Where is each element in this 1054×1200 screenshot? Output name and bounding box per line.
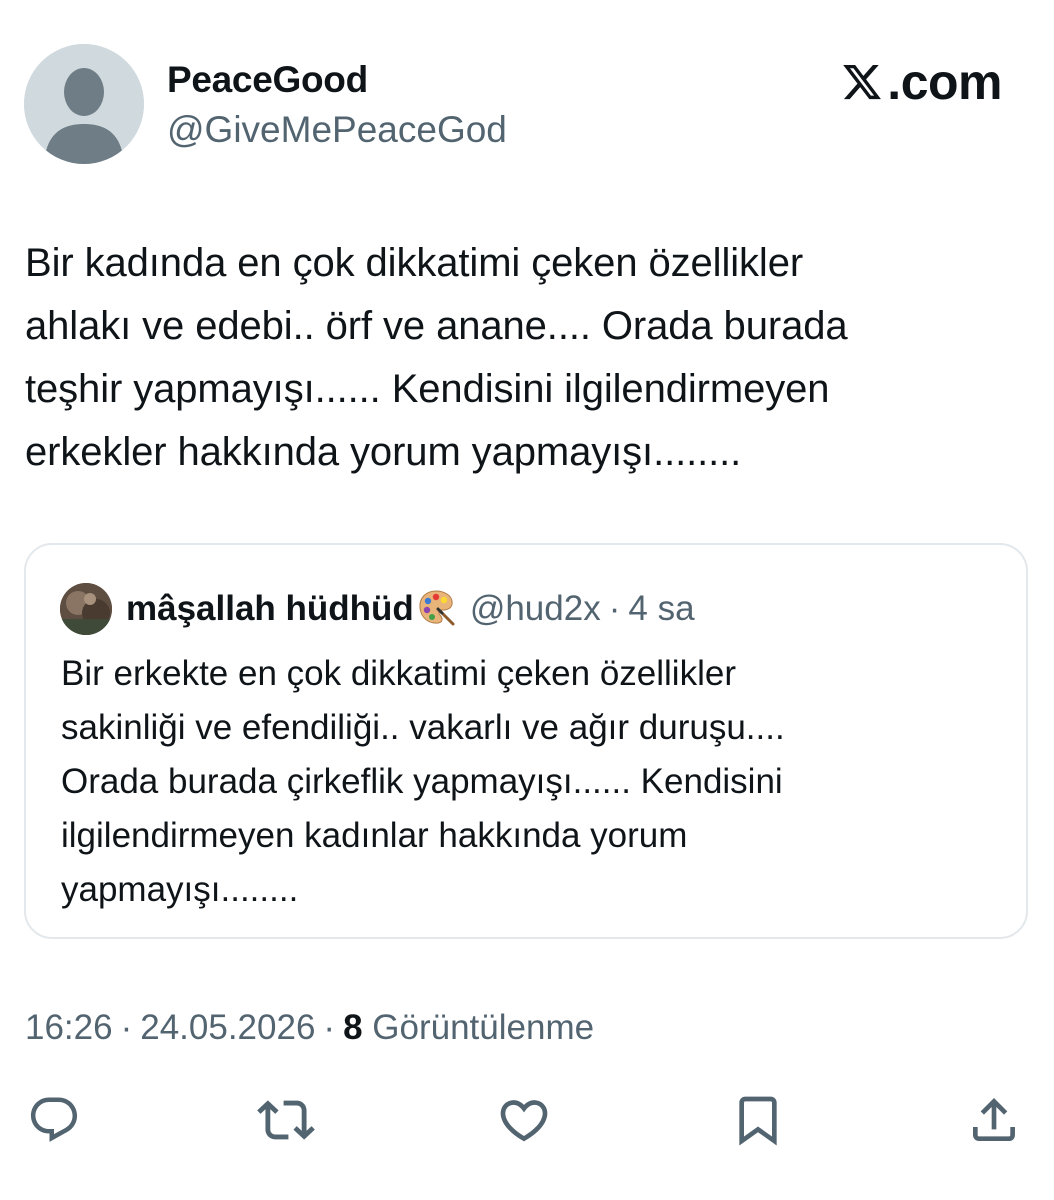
- quoted-author-handle[interactable]: @hud2x: [470, 589, 601, 629]
- views-label: Görüntülenme: [372, 1008, 595, 1047]
- default-avatar-icon: [24, 44, 144, 164]
- like-button[interactable]: [494, 1090, 554, 1150]
- tweet-text: Bir kadında en çok dikkatimi çeken özell…: [25, 241, 848, 474]
- meta-separator: ·: [120, 1008, 133, 1047]
- retweet-icon: [257, 1100, 315, 1140]
- meta-separator: ·: [323, 1008, 336, 1047]
- bookmark-button[interactable]: [728, 1090, 788, 1150]
- quoted-separator: ·: [608, 589, 621, 628]
- tweet-date[interactable]: 24.05.2026: [140, 1008, 315, 1047]
- brand-logo: .com: [841, 54, 1002, 110]
- tweet-meta: 16:26 · 24.05.2026 · 8 Görüntülenme: [25, 1004, 594, 1052]
- x-logo-icon: [843, 64, 882, 100]
- author-display-name[interactable]: PeaceGood: [167, 58, 368, 102]
- quoted-tweet-card[interactable]: mâşallah hüdhüd @hud2x · 4 sa Bir erkekt…: [24, 543, 1028, 939]
- quoted-timestamp[interactable]: 4 sa: [628, 589, 694, 629]
- quoted-avatar-photo: [60, 583, 112, 635]
- author-handle[interactable]: @GiveMePeaceGod: [167, 108, 507, 152]
- like-icon: [500, 1100, 548, 1142]
- quoted-tweet-header: mâşallah hüdhüd @hud2x · 4 sa: [126, 585, 695, 633]
- share-icon: [973, 1098, 1015, 1141]
- reply-icon: [30, 1097, 78, 1142]
- author-avatar[interactable]: [24, 44, 144, 164]
- reply-button[interactable]: [24, 1090, 84, 1150]
- quoted-author-name[interactable]: mâşallah hüdhüd: [126, 589, 414, 629]
- brand-text: .com: [887, 54, 1002, 110]
- retweet-button[interactable]: [256, 1090, 316, 1150]
- bookmark-icon: [739, 1096, 777, 1146]
- views-count: 8: [343, 1008, 363, 1047]
- quoted-author-avatar[interactable]: [60, 583, 112, 635]
- tweet-time[interactable]: 16:26: [25, 1008, 113, 1047]
- artist-palette-icon: [416, 587, 456, 632]
- share-button[interactable]: [964, 1090, 1024, 1150]
- quoted-tweet-text: Bir erkekte en çok dikkatimi çeken özell…: [61, 654, 785, 909]
